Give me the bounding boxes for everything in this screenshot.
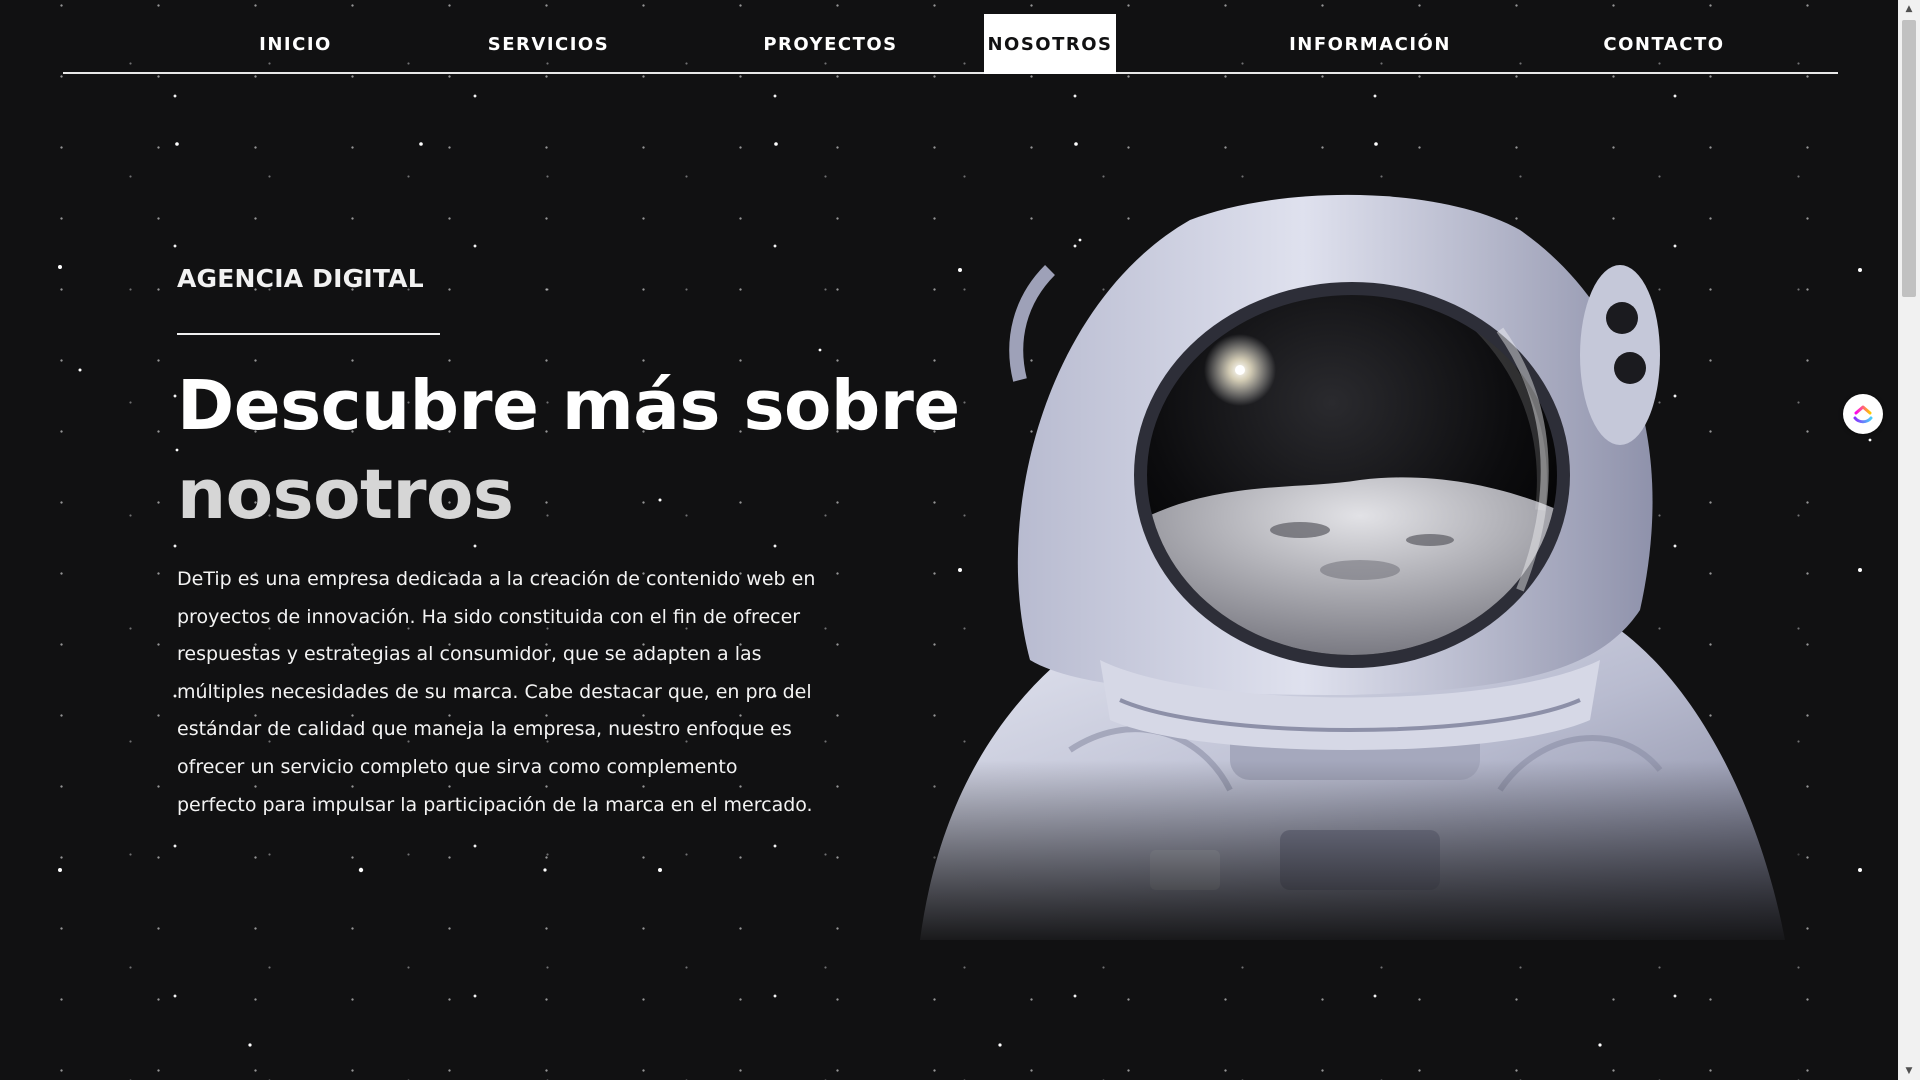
main-navigation: INICIO SERVICIOS PROYECTOS NOSOTROS INFO… xyxy=(63,0,1838,74)
clickup-widget-button[interactable] xyxy=(1843,394,1883,434)
eyebrow-label: AGENCIA DIGITAL xyxy=(177,264,424,293)
headline-line-1: Descubre más sobre xyxy=(177,366,960,446)
headline-line-2: nosotros xyxy=(177,455,514,535)
nav-item-servicios[interactable]: SERVICIOS xyxy=(426,14,671,74)
page: INICIO SERVICIOS PROYECTOS NOSOTROS INFO… xyxy=(0,0,1920,1080)
nav-item-inicio[interactable]: INICIO xyxy=(184,14,407,74)
nav-item-informacion[interactable]: INFORMACIÓN xyxy=(1233,14,1507,74)
scroll-down-arrow-icon[interactable]: ▼ xyxy=(1898,1062,1920,1080)
scroll-up-arrow-icon[interactable]: ▲ xyxy=(1898,0,1920,18)
vertical-scrollbar[interactable]: ▲ ▼ xyxy=(1898,0,1920,1080)
astronaut-image xyxy=(900,190,1800,950)
nav-item-contacto[interactable]: CONTACTO xyxy=(1518,14,1810,74)
about-description: DeTip es una empresa dedicada a la creac… xyxy=(177,568,816,816)
clickup-icon xyxy=(1853,405,1873,424)
nav-item-nosotros[interactable]: NOSOTROS xyxy=(984,14,1116,74)
page-title: Descubre más sobre nosotros xyxy=(177,362,960,540)
scrollbar-thumb[interactable] xyxy=(1902,20,1916,297)
eyebrow-divider xyxy=(177,333,440,335)
nav-item-proyectos[interactable]: PROYECTOS xyxy=(703,14,958,74)
